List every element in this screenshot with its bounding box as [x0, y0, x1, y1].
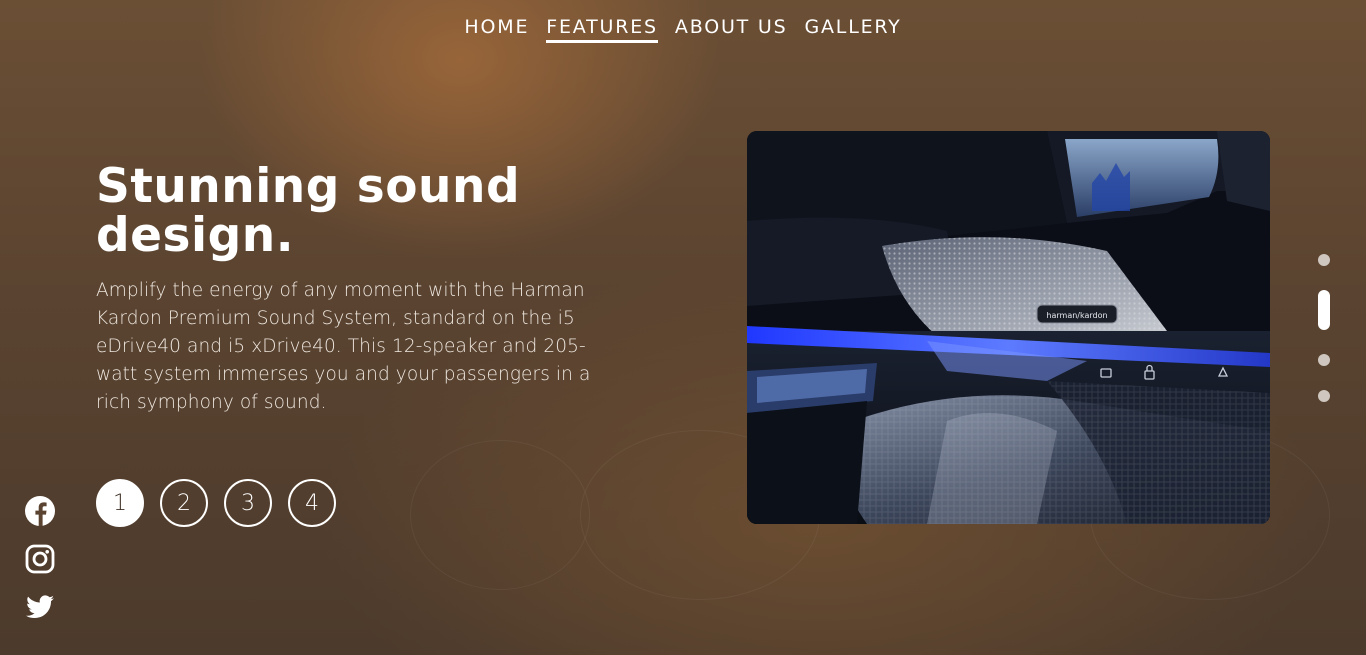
twitter-icon[interactable] [24, 591, 56, 623]
feature-image: harman/kardon [747, 131, 1270, 524]
section-dot-2[interactable] [1318, 290, 1330, 330]
nav-features[interactable]: FEATURES [546, 16, 658, 43]
facebook-icon[interactable] [24, 495, 56, 527]
section-dot-1[interactable] [1318, 254, 1330, 266]
nav-gallery[interactable]: GALLERY [804, 16, 901, 43]
section-dot-4[interactable] [1318, 390, 1330, 402]
nav-about-us[interactable]: ABOUT US [675, 16, 788, 43]
page-button-3[interactable]: 3 [224, 479, 272, 527]
page-button-4[interactable]: 4 [288, 479, 336, 527]
background-ring [410, 440, 590, 590]
instagram-icon[interactable] [24, 543, 56, 575]
hero-description: Amplify the energy of any moment with th… [96, 280, 591, 413]
page-button-2[interactable]: 2 [160, 479, 208, 527]
nav-home[interactable]: HOME [464, 16, 529, 43]
top-nav: HOME FEATURES ABOUT US GALLERY [0, 16, 1366, 43]
car-interior-illustration: harman/kardon [747, 131, 1270, 524]
social-links [24, 495, 56, 623]
speaker-badge: harman/kardon [1046, 311, 1107, 320]
hero-title: Stunning sound design. [96, 159, 521, 263]
section-dot-3[interactable] [1318, 354, 1330, 366]
slide-pager: 1 2 3 4 [96, 479, 336, 527]
page-button-1[interactable]: 1 [96, 479, 144, 527]
